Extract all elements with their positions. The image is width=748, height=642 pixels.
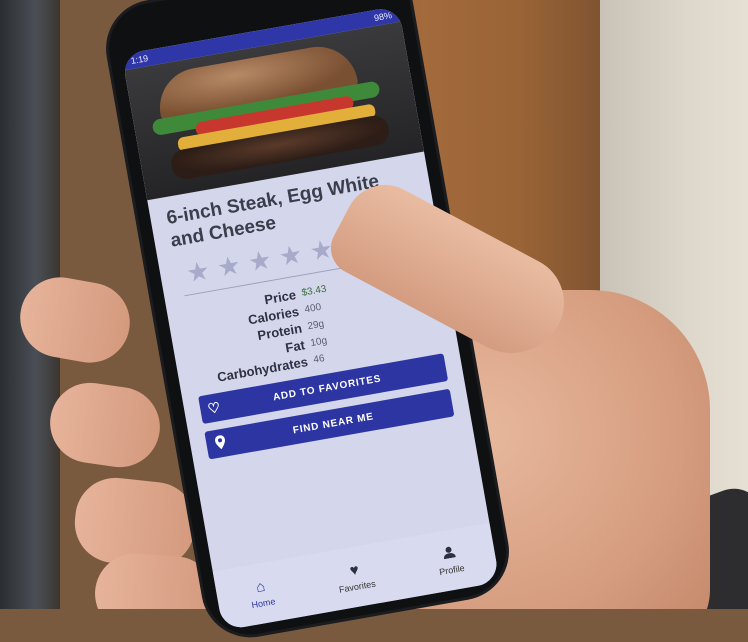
bottom-navigation: ⌂ Home ♥ Favorites Profile <box>212 522 500 631</box>
heart-icon: ♥ <box>348 561 361 580</box>
finger <box>44 377 166 473</box>
home-icon: ⌂ <box>254 577 267 597</box>
nav-home[interactable]: ⌂ Home <box>247 577 277 611</box>
star-icon[interactable]: ★ <box>276 238 304 272</box>
star-icon[interactable]: ★ <box>215 249 243 283</box>
nav-favorites[interactable]: ♥ Favorites <box>335 559 377 595</box>
person-icon <box>442 544 457 563</box>
status-battery: 98% <box>373 10 393 24</box>
star-icon[interactable]: ★ <box>184 255 212 289</box>
map-pin-icon <box>205 432 236 454</box>
nav-profile[interactable]: Profile <box>435 543 465 577</box>
nav-profile-label: Profile <box>438 562 466 578</box>
star-icon[interactable]: ★ <box>246 244 274 278</box>
status-time: 1:19 <box>129 53 149 66</box>
map-pin-svg <box>214 434 225 449</box>
heart-outline-icon: ♡ <box>206 398 223 417</box>
nav-home-label: Home <box>250 596 277 611</box>
nav-favorites-label: Favorites <box>338 578 377 595</box>
person-svg <box>443 546 456 560</box>
